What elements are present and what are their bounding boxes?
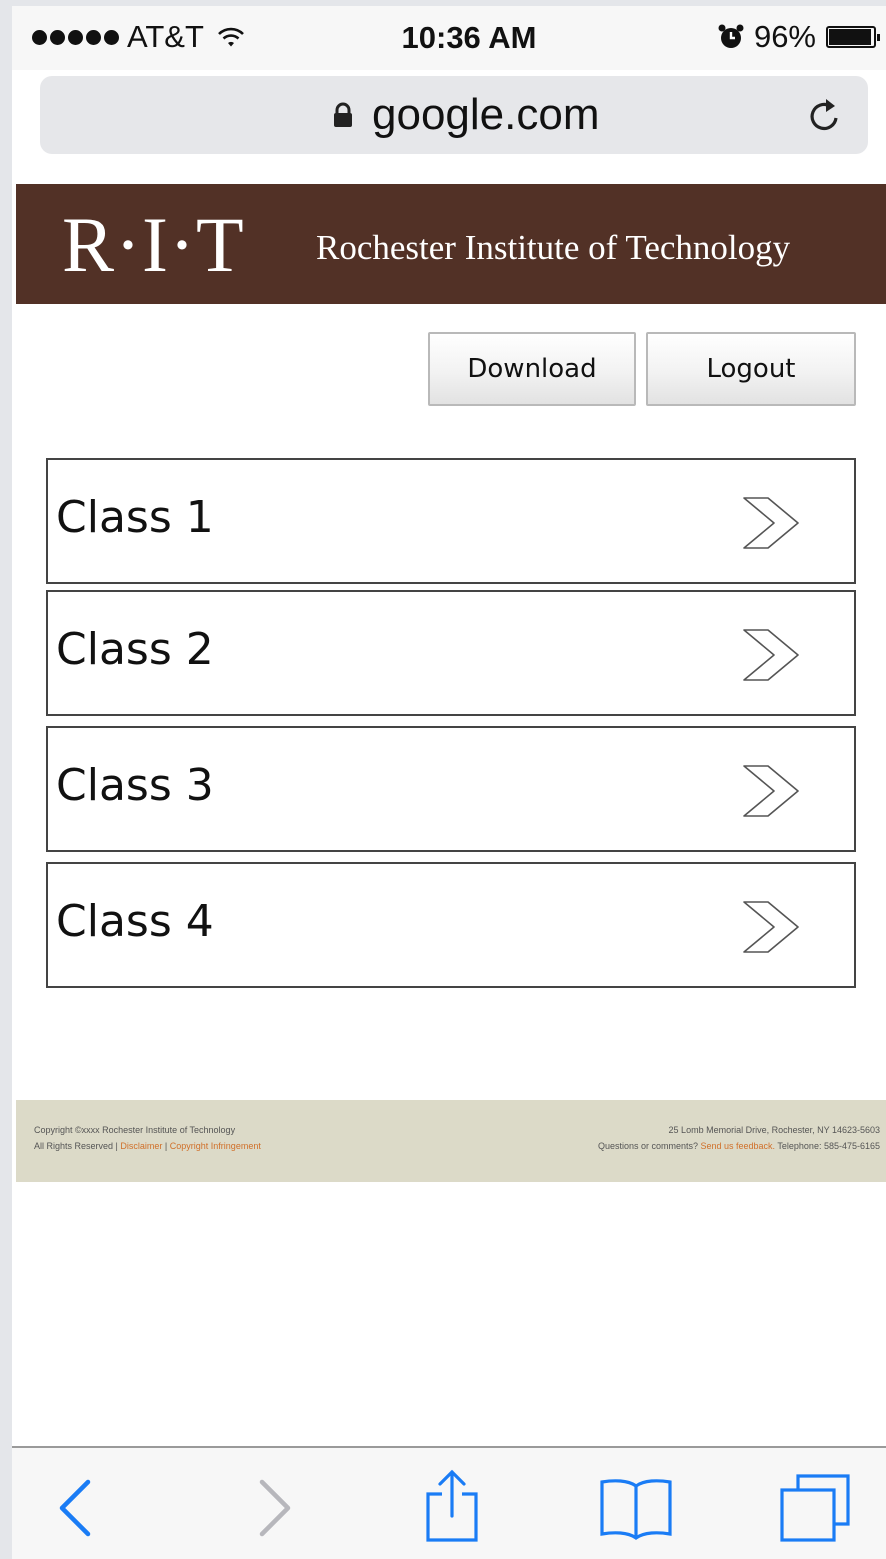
chevron-right-icon [743,901,799,953]
share-icon[interactable] [424,1468,480,1544]
class-label: Class 1 [56,492,214,543]
back-icon[interactable] [52,1476,102,1540]
logout-button[interactable]: Logout [646,332,856,406]
battery-icon [826,26,880,48]
footer-copyright: Copyright ©xxxx Rochester Institute of T… [34,1125,236,1135]
footer-telephone: Telephone: 585-475-6165 [777,1141,880,1151]
footer-right: 25 Lomb Memorial Drive, Rochester, NY 14… [598,1122,880,1154]
url-text[interactable]: google.com [372,90,599,140]
feedback-link[interactable]: Send us feedback. [701,1141,776,1151]
reload-icon[interactable] [806,96,844,136]
class-list-item-3[interactable]: Class 3 [46,726,856,852]
footer-contact-line: Questions or comments? Send us feedback.… [598,1138,880,1154]
forward-icon[interactable] [248,1476,298,1540]
copyright-infringement-link[interactable]: Copyright Infringement [170,1141,261,1151]
page-footer: Copyright ©xxxx Rochester Institute of T… [16,1100,886,1182]
lock-icon [334,102,352,127]
rit-logo[interactable]: R·I·T [62,200,245,290]
alarm-icon [718,24,744,48]
footer-address: 25 Lomb Memorial Drive, Rochester, NY 14… [668,1125,880,1135]
footer-left: Copyright ©xxxx Rochester Institute of T… [34,1122,261,1154]
chevron-right-icon [743,629,799,681]
footer-separator: | [164,1141,168,1151]
institution-name: Rochester Institute of Technology [316,228,791,267]
footer-questions: Questions or comments? [597,1141,698,1151]
status-right: 96% [718,19,880,54]
download-button[interactable]: Download [428,332,636,406]
class-list-item-2[interactable]: Class 2 [46,590,856,716]
address-bar[interactable]: google.com [40,76,868,154]
tabs-icon[interactable] [778,1472,852,1544]
class-list-item-4[interactable]: Class 4 [46,862,856,988]
browser-toolbar [12,1446,886,1559]
phone-screen: AT&T 10:36 AM 96% google.com R·I·T Roche… [12,6,886,1559]
battery-percent: 96% [753,19,816,54]
class-list-item-1[interactable]: Class 1 [46,458,856,584]
chevron-right-icon [743,497,799,549]
footer-rights-line: All Rights Reserved | Disclaimer | Copyr… [34,1138,261,1154]
class-label: Class 2 [56,624,214,675]
rit-header: R·I·T Rochester Institute of Technology [16,184,886,304]
status-bar: AT&T 10:36 AM 96% [12,6,886,70]
disclaimer-link[interactable]: Disclaimer [120,1141,162,1151]
class-label: Class 3 [56,760,214,811]
footer-rights: All Rights Reserved | [34,1141,118,1151]
bookmarks-icon[interactable] [598,1476,674,1540]
chevron-right-icon [743,765,799,817]
class-label: Class 4 [56,896,214,947]
